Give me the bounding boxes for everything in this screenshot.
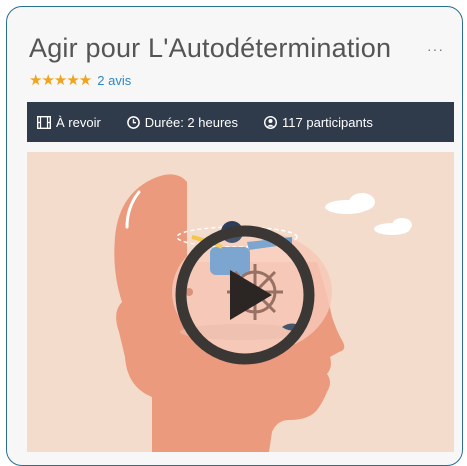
replay-label: À revoir — [56, 114, 101, 130]
play-button[interactable] — [170, 220, 320, 370]
user-circle-icon — [264, 115, 278, 129]
course-card: Agir pour L'Autodétermination ··· ★★★★★ … — [6, 6, 463, 466]
reviews-link[interactable]: 2 avis — [97, 73, 131, 88]
rating: ★★★★★ 2 avis — [29, 71, 131, 89]
film-icon — [37, 115, 51, 129]
duration-label: Durée: 2 heures — [144, 114, 239, 130]
clock-icon — [126, 115, 140, 129]
more-options-icon[interactable]: ··· — [427, 41, 444, 57]
video-player[interactable] — [27, 152, 454, 452]
duration-info: Durée: 2 heures — [126, 114, 239, 130]
replay-info: À revoir — [37, 115, 101, 130]
course-info-bar: À revoir Durée: 2 heures 117 participant… — [27, 102, 454, 142]
star-rating-icon: ★★★★★ — [29, 72, 92, 89]
participants-info: 117 participants — [264, 115, 373, 130]
participants-label: 117 participants — [282, 114, 373, 130]
course-title: Agir pour L'Autodétermination — [29, 33, 392, 63]
